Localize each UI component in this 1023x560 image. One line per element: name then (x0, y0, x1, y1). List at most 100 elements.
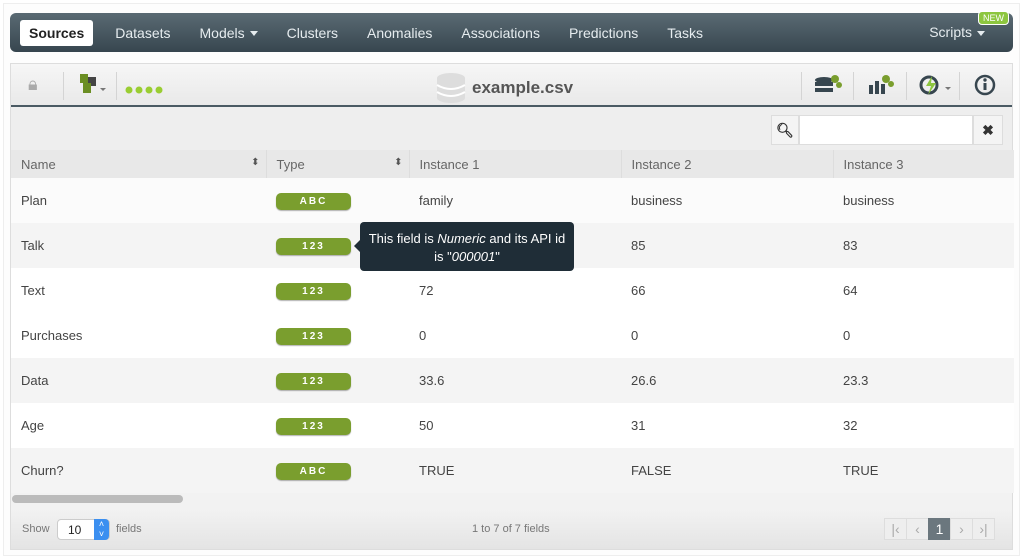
nav-clusters[interactable]: Clusters (287, 25, 338, 41)
instance-1-value: family (409, 178, 621, 223)
nav-predictions[interactable]: Predictions (569, 25, 638, 41)
table-row: Age 123 50 31 32 (11, 403, 1014, 448)
chevron-down-icon (249, 31, 258, 37)
chart-config-icon[interactable] (867, 74, 895, 101)
source-panel: 🔒︎ example.csv 🔍︎ ✖ Name ⬍ Type ⬍ Instance… (10, 63, 1014, 550)
nav-scripts-label: Scripts (929, 24, 972, 40)
tooltip-text: is " (434, 249, 452, 264)
header-label: Type (276, 156, 305, 172)
top-nav: Sources Datasets Models Clusters Anomali… (10, 13, 1013, 52)
instance-1-value: 72 (409, 268, 621, 313)
nav-models[interactable]: Models (200, 25, 258, 41)
nav-anomalies[interactable]: Anomalies (367, 25, 432, 41)
field-type-badge[interactable]: 123 (276, 282, 351, 300)
nav-tasks[interactable]: Tasks (667, 25, 703, 41)
last-page-icon[interactable]: ›| (972, 518, 995, 540)
search-bar: 🔍︎ ✖ (11, 107, 1012, 150)
field-type-badge[interactable]: 123 (276, 327, 351, 345)
table-row: Plan ABC family business business (11, 178, 1014, 223)
table-footer: Show 10 ˄ ˅ fields 1 to 7 of 7 fields |‹ ‹… (11, 509, 1012, 549)
field-name[interactable]: Age (11, 403, 266, 448)
instance-3-value: business (833, 178, 1014, 223)
field-type-badge[interactable]: 123 (276, 237, 351, 255)
table-row: Purchases 123 0 0 0 (11, 313, 1014, 358)
first-page-icon[interactable]: |‹ (884, 518, 907, 540)
progress-dots-icon (125, 79, 169, 100)
field-name[interactable]: Churn? (11, 448, 266, 493)
table-row: Churn? ABC TRUE FALSE TRUE (11, 448, 1014, 493)
nav-datasets[interactable]: Datasets (115, 25, 170, 41)
next-page-icon[interactable]: › (950, 518, 973, 540)
stepper-icon: ˄ ˅ (94, 519, 109, 540)
search-icon[interactable]: 🔍︎ (771, 115, 799, 145)
info-icon[interactable] (974, 74, 996, 101)
field-type-badge[interactable]: 123 (276, 372, 351, 390)
field-name[interactable]: Talk (11, 223, 266, 268)
field-types-icon[interactable] (79, 73, 109, 100)
sort-icon[interactable]: ⬍ (251, 157, 259, 168)
instance-1-value: TRUE (409, 448, 621, 493)
page-size-value: 10 (68, 523, 82, 537)
field-name[interactable]: Purchases (11, 313, 266, 358)
fields-label: fields (116, 523, 142, 535)
tooltip-type: Numeric (437, 231, 486, 246)
horizontal-scrollbar[interactable] (12, 495, 183, 503)
instance-2-value: 0 (621, 313, 833, 358)
pagination-summary: 1 to 7 of 7 fields (472, 523, 550, 535)
one-click-icon[interactable] (918, 74, 954, 101)
chevron-down-icon (977, 30, 985, 36)
page-size-select[interactable]: 10 ˄ ˅ (57, 519, 110, 540)
instance-3-value: 23.3 (833, 358, 1014, 403)
instance-1-value: 0 (409, 313, 621, 358)
instance-2-value: 31 (621, 403, 833, 448)
field-type-cell: 123 (266, 403, 409, 448)
dataset-config-icon[interactable] (814, 74, 842, 101)
fields-table: Name ⬍ Type ⬍ Instance 1 Instance 2 Instan… (11, 150, 1014, 493)
instance-2-value: 26.6 (621, 358, 833, 403)
instance-1-value: 33.6 (409, 358, 621, 403)
instance-3-value: 0 (833, 313, 1014, 358)
instance-3-value: 83 (833, 223, 1014, 268)
sort-icon[interactable]: ⬍ (394, 157, 402, 168)
field-type-cell: ABC (266, 448, 409, 493)
column-header-instance-3: Instance 3 (833, 150, 1014, 178)
instance-2-value: 66 (621, 268, 833, 313)
database-icon (436, 73, 466, 103)
nav-associations[interactable]: Associations (461, 25, 540, 41)
instance-3-value: 32 (833, 403, 1014, 448)
column-header-name[interactable]: Name ⬍ (11, 150, 267, 178)
field-type-badge[interactable]: 123 (276, 417, 351, 435)
search-input[interactable] (799, 115, 973, 145)
tooltip-text: and its API id (485, 231, 566, 246)
nav-models-label: Models (199, 24, 245, 41)
header-label: Name (21, 156, 56, 172)
tooltip-api-id: 000001 (451, 249, 496, 264)
instance-2-value: business (621, 178, 833, 223)
instance-2-value: FALSE (621, 448, 833, 493)
page-1-button[interactable]: 1 (928, 518, 951, 540)
field-name[interactable]: Plan (11, 178, 266, 223)
instance-2-value: 85 (621, 223, 833, 268)
field-type-cell: 123 (266, 313, 409, 358)
field-name[interactable]: Data (11, 358, 266, 403)
field-type-cell: ABC (266, 178, 409, 223)
field-type-badge[interactable]: ABC (276, 462, 351, 480)
instance-1-value: 50 (409, 403, 621, 448)
tooltip-text: This field is (368, 231, 438, 246)
source-name: example.csv (472, 78, 574, 97)
column-header-instance-1: Instance 1 (409, 150, 622, 178)
instance-3-value: 64 (833, 268, 1014, 313)
clear-search-icon[interactable]: ✖ (973, 115, 1003, 145)
nav-sources[interactable]: Sources (20, 19, 94, 46)
source-title: example.csv (436, 72, 573, 104)
column-header-type[interactable]: Type ⬍ (266, 150, 410, 178)
prev-page-icon[interactable]: ‹ (906, 518, 929, 540)
tooltip-text: " (495, 249, 500, 264)
instance-3-value: TRUE (833, 448, 1014, 493)
field-type-cell: 123 (266, 268, 409, 313)
nav-scripts[interactable]: Scripts (929, 24, 985, 40)
lock-icon[interactable]: 🔒︎ (28, 74, 38, 95)
field-type-tooltip: This field is Numeric and its API id is … (354, 222, 574, 271)
field-name[interactable]: Text (11, 268, 266, 313)
field-type-badge[interactable]: ABC (276, 192, 351, 210)
